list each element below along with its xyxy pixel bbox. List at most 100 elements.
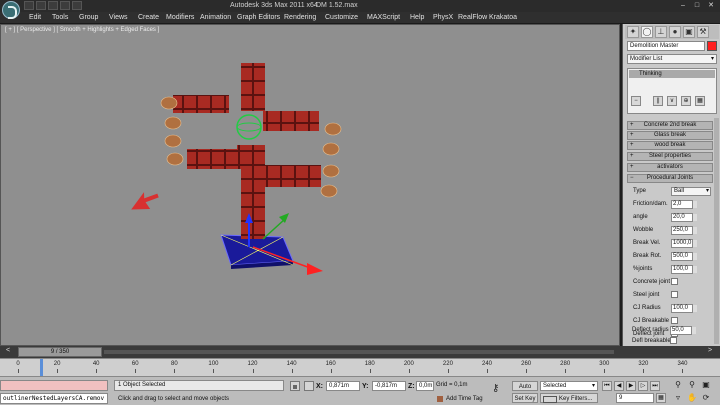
absolute-mode-icon[interactable] (304, 381, 314, 391)
concrete-joint-checkbox[interactable] (671, 278, 678, 285)
rollout-procedural-joints[interactable]: Procedural Joints (627, 174, 713, 183)
current-frame-marker[interactable] (40, 359, 43, 377)
cj-radius-spinner[interactable]: 100,0 (671, 304, 697, 313)
orbit-icon[interactable]: ⟳ (700, 393, 712, 403)
teapot-right-2[interactable] (322, 142, 340, 156)
maxscript-listener[interactable] (0, 380, 108, 391)
joints-percent-spinner[interactable]: 100,0 (671, 265, 697, 274)
auto-key-button[interactable]: Auto Key (512, 381, 538, 400)
motion-tab-icon[interactable]: ● (669, 26, 681, 38)
gizmo-y-axis[interactable] (262, 218, 286, 240)
menu-tools[interactable]: Tools (52, 14, 68, 21)
close-icon[interactable]: ✕ (704, 1, 718, 10)
angle-spinner[interactable]: 20,0 (671, 213, 697, 222)
show-end-result-icon[interactable]: || (653, 96, 663, 106)
maxscript-input[interactable]: outlinerNestedLayersCA.remov (0, 393, 108, 404)
utilities-tab-icon[interactable]: ⚒ (697, 26, 709, 38)
green-sphere-helper[interactable] (236, 114, 262, 140)
maximize-icon[interactable]: □ (690, 1, 704, 10)
scene-view[interactable] (1, 25, 619, 345)
teapot-left-4[interactable] (166, 152, 184, 166)
menu-modifiers[interactable]: Modifiers (166, 14, 194, 21)
defl-breakable-checkbox[interactable] (670, 337, 677, 344)
hierarchy-tab-icon[interactable]: ⊥ (655, 26, 667, 38)
pan-icon[interactable]: ✋ (686, 393, 698, 403)
menu-group[interactable]: Group (79, 14, 98, 21)
configure-sets-icon[interactable]: ▦ (695, 96, 705, 106)
set-key-mode-icon[interactable]: ⚷ (492, 383, 499, 394)
time-slider-thumb[interactable]: 9 / 350 (18, 347, 102, 357)
menu-help[interactable]: Help (410, 14, 424, 21)
go-to-start-icon[interactable]: ⏮ (602, 381, 612, 391)
teapot-right-1[interactable] (324, 122, 342, 136)
brick-arm-lower-right[interactable] (265, 165, 321, 187)
x-coordinate-field[interactable]: 0,871m (326, 381, 360, 391)
break-rot-spinner[interactable]: 500,0 (671, 252, 697, 261)
zoom-icon[interactable]: ⚲ (672, 380, 684, 390)
menu-physx[interactable]: PhysX (433, 14, 453, 21)
selection-set-dropdown[interactable]: Selected (540, 381, 598, 391)
rollout-wood-break[interactable]: wood break (627, 141, 713, 150)
open-file-icon[interactable] (36, 1, 46, 10)
teapot-left-3[interactable] (164, 134, 182, 148)
menu-krakatoa[interactable]: Krakatoa (489, 14, 517, 21)
brick-column-upper[interactable] (241, 87, 265, 111)
previous-frame-icon[interactable]: ◀ (614, 381, 624, 391)
current-frame-field[interactable]: 9 (616, 393, 654, 403)
z-coordinate-field[interactable]: 0,0m (416, 381, 434, 391)
menu-customize[interactable]: Customize (325, 14, 358, 21)
zoom-all-icon[interactable]: ⚲ (686, 380, 698, 390)
menu-edit[interactable]: Edit (29, 14, 41, 21)
minimize-icon[interactable]: – (676, 1, 690, 10)
save-file-icon[interactable] (48, 1, 58, 10)
next-frame-icon[interactable]: ▷ (638, 381, 648, 391)
make-unique-icon[interactable]: ∨ (667, 96, 677, 106)
track-bar[interactable]: 0 20 40 60 80 100 120 140 160 180 200 220 240 260 280 3… (0, 358, 720, 377)
rollout-steel-properties[interactable]: Steel properties (627, 152, 713, 161)
pin-stack-icon[interactable]: − (631, 96, 641, 106)
stack-item-thinking[interactable]: Thinking (629, 70, 715, 78)
key-filters-button[interactable]: Key Filters... (540, 393, 598, 403)
rollout-activators[interactable]: activators (627, 163, 713, 172)
menu-realflow[interactable]: RealFlow (458, 14, 487, 21)
brick-arm-lower-left[interactable] (187, 149, 237, 169)
field-of-view-icon[interactable]: ▿ (672, 393, 684, 403)
brick-column-mid[interactable] (237, 145, 265, 169)
teapot-right-4[interactable] (320, 184, 338, 198)
time-next-arrow[interactable]: > (708, 347, 712, 354)
undo-icon[interactable] (60, 1, 70, 10)
cj-breakable-checkbox[interactable] (671, 317, 678, 324)
object-color-swatch[interactable] (707, 41, 717, 51)
teapot-left-2[interactable] (164, 116, 182, 130)
display-tab-icon[interactable]: ▣ (683, 26, 695, 38)
new-file-icon[interactable] (24, 1, 34, 10)
wobble-spinner[interactable]: 250,0 (671, 226, 697, 235)
friction-spinner[interactable]: 2,0 (671, 200, 697, 209)
menu-animation[interactable]: Animation (200, 14, 231, 21)
modify-tab-icon[interactable]: ◯ (641, 26, 653, 38)
remove-modifier-icon[interactable]: ⊕ (681, 96, 691, 106)
redo-icon[interactable] (72, 1, 82, 10)
perspective-viewport[interactable]: [ + ] [ Perspective ] [ Smooth + Highlig… (0, 24, 620, 346)
type-dropdown[interactable]: Ball (671, 187, 711, 196)
brick-column-top[interactable] (241, 63, 265, 87)
menu-maxscript[interactable]: MAXScript (367, 14, 400, 21)
object-name-field[interactable]: Demolition Master (627, 41, 705, 51)
menu-views[interactable]: Views (109, 14, 128, 21)
brick-column-lower[interactable] (241, 169, 265, 239)
rollout-glass-break[interactable]: Glass break (627, 131, 713, 140)
go-to-end-icon[interactable]: ⏭ (650, 381, 660, 391)
set-key-button[interactable]: Set Key (512, 393, 538, 403)
modifier-list-dropdown[interactable]: Modifier List (627, 54, 717, 64)
teapot-left-1[interactable] (160, 96, 178, 110)
create-tab-icon[interactable]: ✦ (627, 26, 639, 38)
play-icon[interactable]: ▶ (626, 381, 636, 391)
deflect-radius-spinner[interactable]: 50,0 (670, 326, 696, 335)
zoom-extents-icon[interactable]: ▣ (700, 380, 712, 390)
menu-create[interactable]: Create (138, 14, 159, 21)
rollout-concrete-2nd-break[interactable]: Concrete 2nd break (627, 121, 713, 130)
time-slider-track[interactable] (104, 350, 614, 354)
brick-arm-upper-left[interactable] (173, 95, 229, 113)
app-logo-icon[interactable] (2, 1, 20, 19)
time-prev-arrow[interactable]: < (6, 347, 10, 354)
